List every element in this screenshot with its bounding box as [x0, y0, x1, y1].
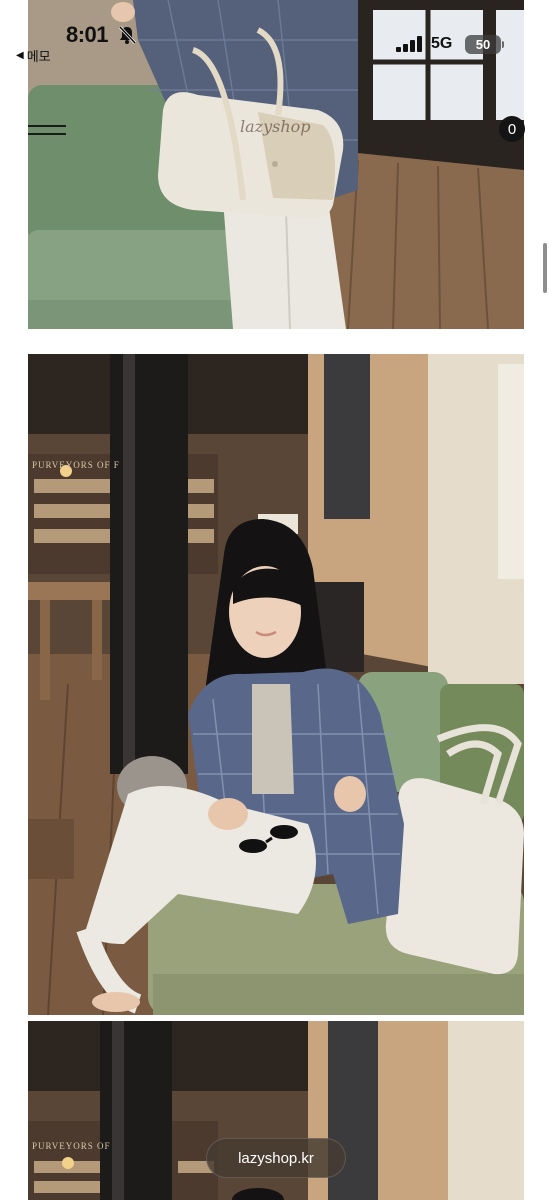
battery-level: 50 — [475, 37, 491, 52]
status-time: 8:01 — [66, 22, 109, 47]
network-type: 5G — [431, 35, 453, 52]
watermark: lazyshop — [240, 117, 311, 136]
scroll-indicator[interactable] — [543, 243, 547, 293]
store-sign-text: PURVEYORS OF F — [32, 460, 120, 470]
battery-cap — [502, 41, 504, 48]
bell-slash-icon — [117, 25, 137, 50]
battery-indicator: 50 — [465, 35, 501, 54]
back-to-app-button[interactable]: ◀ 메모 — [16, 46, 51, 65]
store-sign-text: PURVEYORS OF — [32, 1141, 111, 1151]
product-photo-2: PURVEYORS OF F — [28, 354, 524, 1015]
back-triangle-icon: ◀ — [16, 50, 24, 61]
screen: PURVEYORS OF F PURVEYORS OF lazyshop 0 l… — [0, 0, 552, 1200]
signal-bars-icon — [396, 36, 424, 57]
cart-count-badge[interactable]: 0 — [499, 116, 525, 142]
url-pill[interactable]: lazyshop.kr — [206, 1138, 346, 1178]
status-bar: ◀ 메모 8:01 5G 50 — [0, 0, 552, 70]
hamburger-menu-icon[interactable] — [28, 124, 68, 142]
back-app-label: 메모 — [26, 49, 51, 64]
product-photo-2-image — [28, 354, 524, 1015]
